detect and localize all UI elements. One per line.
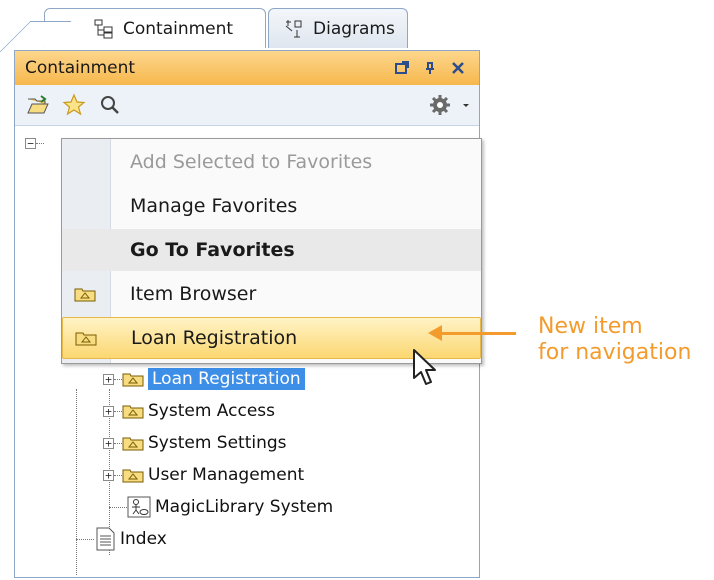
menu-item-label: Add Selected to Favorites: [130, 151, 373, 173]
close-icon[interactable]: [451, 61, 465, 75]
package-icon: [74, 288, 96, 302]
menu-item-add-selected-to-favorites: Add Selected to Favorites: [62, 141, 481, 183]
tree-item[interactable]: + User Management: [103, 461, 304, 489]
tree-expander[interactable]: +: [103, 469, 114, 481]
tree-item-label: Index: [120, 529, 167, 549]
menu-item-label: Manage Favorites: [130, 195, 298, 217]
panel-title: Containment: [25, 58, 136, 78]
package-icon: [122, 373, 144, 387]
tree-item-label: Loan Registration: [148, 368, 305, 390]
containment-tree-icon: [94, 19, 113, 38]
panel-toolbar: [15, 85, 479, 126]
annotation-line-1: New item: [538, 314, 643, 339]
annotation-text: New item for navigation: [538, 314, 691, 366]
tab-containment[interactable]: Containment: [44, 8, 266, 48]
tree-item-label: System Access: [148, 401, 275, 421]
package-icon: [122, 437, 144, 451]
menu-item-go-to-favorites[interactable]: Go To Favorites: [62, 229, 481, 271]
menu-item-item-browser[interactable]: Item Browser: [62, 273, 481, 315]
tree-item-label: MagicLibrary System: [155, 497, 334, 517]
menu-item-label: Item Browser: [130, 283, 257, 305]
tree-item[interactable]: MagicLibrary System: [109, 493, 333, 521]
annotation-arrow-head: [428, 325, 442, 341]
tree-root-node[interactable]: −: [25, 129, 44, 157]
gear-icon[interactable]: [425, 90, 455, 120]
tree-expander[interactable]: +: [103, 373, 114, 385]
document-icon: [96, 527, 115, 551]
package-icon: [122, 469, 144, 483]
favorites-star-icon[interactable]: [59, 90, 89, 120]
tree-expander[interactable]: +: [103, 405, 114, 417]
tab-diagrams[interactable]: Diagrams: [268, 8, 408, 48]
annotation-line-2: for navigation: [538, 340, 692, 365]
dropdown-arrow-icon[interactable]: [461, 100, 471, 110]
pin-icon[interactable]: [423, 61, 437, 75]
diagrams-icon: [285, 19, 302, 37]
tree-item[interactable]: + Loan Registration: [103, 365, 305, 393]
menu-item-manage-favorites[interactable]: Manage Favorites: [62, 185, 481, 227]
tree-item-label: System Settings: [148, 433, 287, 453]
search-icon[interactable]: [95, 90, 125, 120]
annotation-arrow-line: [436, 332, 516, 335]
mouse-cursor-icon: [413, 349, 436, 385]
tree-expander[interactable]: +: [103, 437, 114, 449]
package-icon: [75, 332, 97, 346]
menu-item-label: Loan Registration: [131, 327, 298, 349]
menu-item-label: Go To Favorites: [130, 239, 295, 261]
favorites-dropdown-menu: Add Selected to Favorites Manage Favorit…: [61, 138, 482, 364]
panel-title-bar: Containment: [15, 51, 479, 85]
tree-item[interactable]: Index: [76, 525, 167, 553]
tab-label: Diagrams: [313, 18, 395, 39]
open-folder-icon[interactable]: [23, 90, 53, 120]
view-tab-strip: Containment Diagrams: [14, 0, 480, 52]
tree-item[interactable]: + System Settings: [103, 429, 287, 457]
use-case-system-icon: [127, 496, 151, 518]
tree-item[interactable]: + System Access: [103, 397, 275, 425]
tree-item-label: User Management: [148, 465, 305, 485]
package-icon: [122, 405, 144, 419]
tree-expander[interactable]: −: [25, 137, 36, 149]
tab-label: Containment: [123, 18, 234, 39]
float-icon[interactable]: [395, 61, 409, 75]
